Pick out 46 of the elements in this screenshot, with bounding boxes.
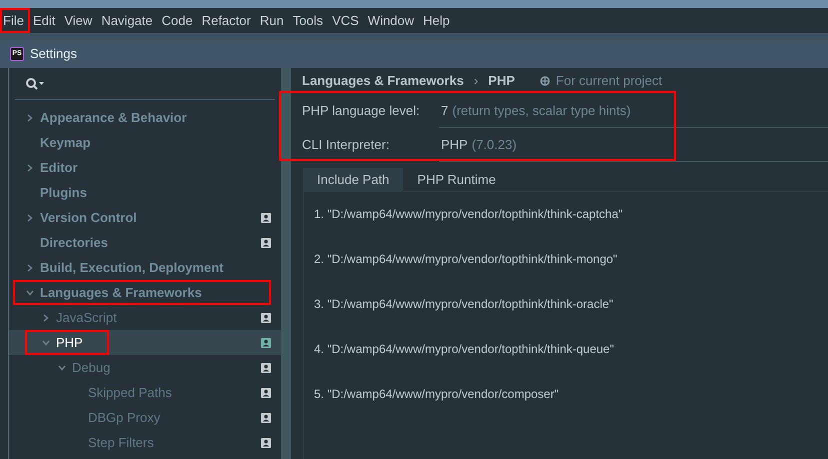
chevron-down-icon[interactable] [58,364,66,372]
menu-item[interactable]: Window [364,8,420,33]
include-path-item[interactable]: 5. "D:/wamp64/www/mypro/vendor/composer" [314,372,828,417]
breadcrumb-current: PHP [488,72,515,90]
include-path-item[interactable]: 3. "D:/wamp64/www/mypro/vendor/topthink/think-oracle" [314,282,828,327]
chevron-down-icon[interactable] [42,338,50,346]
chevron-down-icon[interactable] [26,288,34,296]
menu-item[interactable]: Help [420,8,456,33]
include-path-item[interactable]: 4. "D:/wamp64/www/mypro/vendor/topthink/think-queue" [314,326,828,372]
menu-item[interactable]: File [0,8,30,33]
include-path-item[interactable]: 1. "D:/wamp64/www/mypro/vendor/topthink/think-captcha" [314,192,828,237]
tree-item[interactable]: Appearance & Behavior [9,105,281,130]
chevron-right-icon[interactable] [42,314,50,322]
menu-item[interactable]: Navigate [98,8,159,33]
chevron-right-icon[interactable] [26,114,34,122]
window-title: Settings [30,45,77,64]
menu-item[interactable]: VCS [329,8,365,33]
tree-item[interactable]: PHP [9,330,281,355]
tree-item[interactable]: Plugins [9,180,281,205]
dropdown-field[interactable]: PHP (7.0.23) [439,128,828,162]
field-label: CLI Interpreter: [302,136,390,154]
field-label: PHP language level: [302,102,421,120]
menu-item[interactable]: Edit [30,8,62,33]
chevron-right-icon[interactable] [26,164,34,172]
breadcrumb-link[interactable]: Languages & Frameworks [302,71,464,91]
dropdown-field[interactable]: 7 (return types, scalar type hints) [439,94,828,128]
tree-item[interactable]: Version Control [9,205,281,230]
menu-item[interactable]: Run [256,8,290,33]
scope-label: For current project [556,72,662,90]
tree-item[interactable]: Keymap [9,130,281,155]
tree-item[interactable]: Build, Execution, Deployment [9,255,281,280]
menu-item[interactable]: Tools [290,8,330,33]
chevron-right-icon[interactable] [26,214,34,222]
menu-item[interactable]: View [61,8,98,33]
tree-item[interactable]: Editor [9,155,281,180]
tab[interactable]: PHP Runtime [403,168,510,191]
search-icon[interactable] [25,76,45,90]
menu-item[interactable]: Code [158,8,199,33]
tab[interactable]: Include Path [303,168,404,191]
menu-item[interactable]: Refactor [198,8,257,33]
project-scope-icon [540,76,550,86]
include-path-item[interactable]: 2. "D:/wamp64/www/mypro/vendor/topthink/think-mongo" [314,236,828,282]
chevron-right-icon[interactable] [26,264,34,272]
tree-item[interactable]: Directories [9,230,281,255]
breadcrumb-separator: › [474,72,478,90]
tree-item[interactable]: Languages & Frameworks [9,280,281,305]
